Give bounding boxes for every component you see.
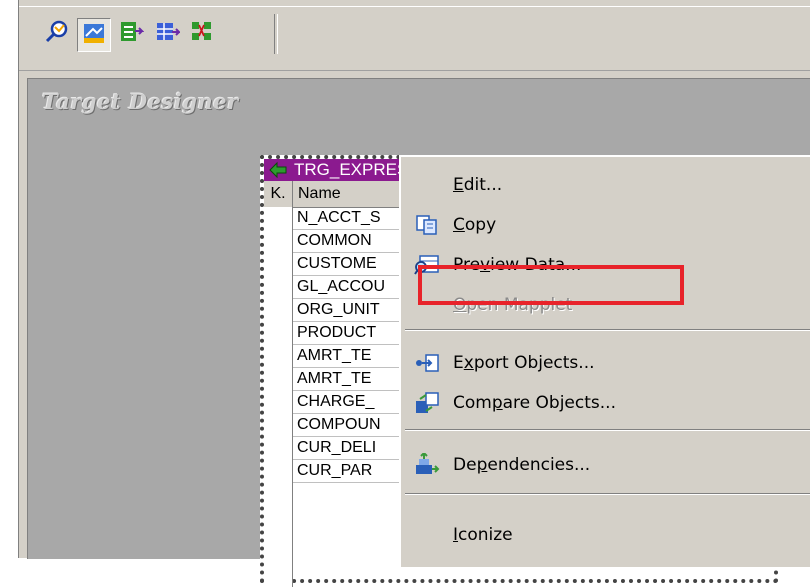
mapplet-designer-button[interactable] (151, 18, 183, 50)
toolbar-separator (274, 14, 278, 54)
menu-label: endencies... (487, 455, 591, 475)
menu-item-iconize[interactable]: Iconize (401, 517, 810, 553)
copy-icon (413, 213, 441, 237)
menu-item-export-objects[interactable]: Export Objects... (401, 345, 810, 381)
menu-item-dependencies[interactable]: Dependencies... (401, 447, 810, 483)
menu-item-compare-objects[interactable]: Compare Objects... (401, 385, 810, 421)
menu-label: Com (453, 393, 492, 413)
mapplet-designer-icon (154, 19, 182, 49)
menu-label: conize (458, 525, 513, 545)
target-table-icon (268, 161, 288, 179)
menu-item-copy[interactable]: Copy (401, 207, 810, 243)
target-designer-icon (81, 20, 107, 50)
name-column-header[interactable]: Name (298, 181, 341, 207)
context-menu: Edit... Copy Preview Data... Open Mapple… (399, 155, 810, 567)
workspace-title: Target Designer (42, 89, 239, 114)
mapping-designer-button[interactable] (187, 18, 219, 50)
menu-label: E (453, 353, 464, 373)
menu-label: dit... (463, 175, 503, 195)
menu-label: are Objects... (502, 393, 616, 413)
menu-accel: p (476, 455, 488, 475)
menu-label: opy (464, 215, 497, 235)
key-column (264, 207, 293, 587)
menu-item-edit[interactable]: Edit... (401, 167, 810, 203)
menu-accel: C (453, 215, 465, 235)
menu-separator (405, 429, 810, 431)
target-designer-button[interactable] (77, 18, 111, 52)
toolbar (19, 0, 810, 71)
menu-label: port Objects... (473, 353, 595, 373)
preview-data-highlight-box (418, 265, 684, 305)
source-analyzer-icon (44, 19, 70, 49)
toolbar-divider (19, 6, 810, 7)
menu-separator (405, 329, 810, 331)
menu-separator (405, 493, 810, 495)
mapping-designer-icon (190, 19, 216, 49)
source-analyzer-button[interactable] (41, 18, 73, 50)
compare-objects-icon (413, 391, 441, 415)
menu-accel: x (463, 353, 474, 373)
menu-accel: p (491, 393, 503, 413)
menu-accel: E (453, 175, 464, 195)
menu-label: De (453, 455, 477, 475)
export-objects-icon (413, 351, 441, 375)
dependencies-icon (413, 453, 441, 477)
transformation-developer-button[interactable] (115, 18, 147, 50)
key-column-header[interactable]: K. (264, 181, 293, 207)
transformation-developer-icon (118, 19, 145, 49)
